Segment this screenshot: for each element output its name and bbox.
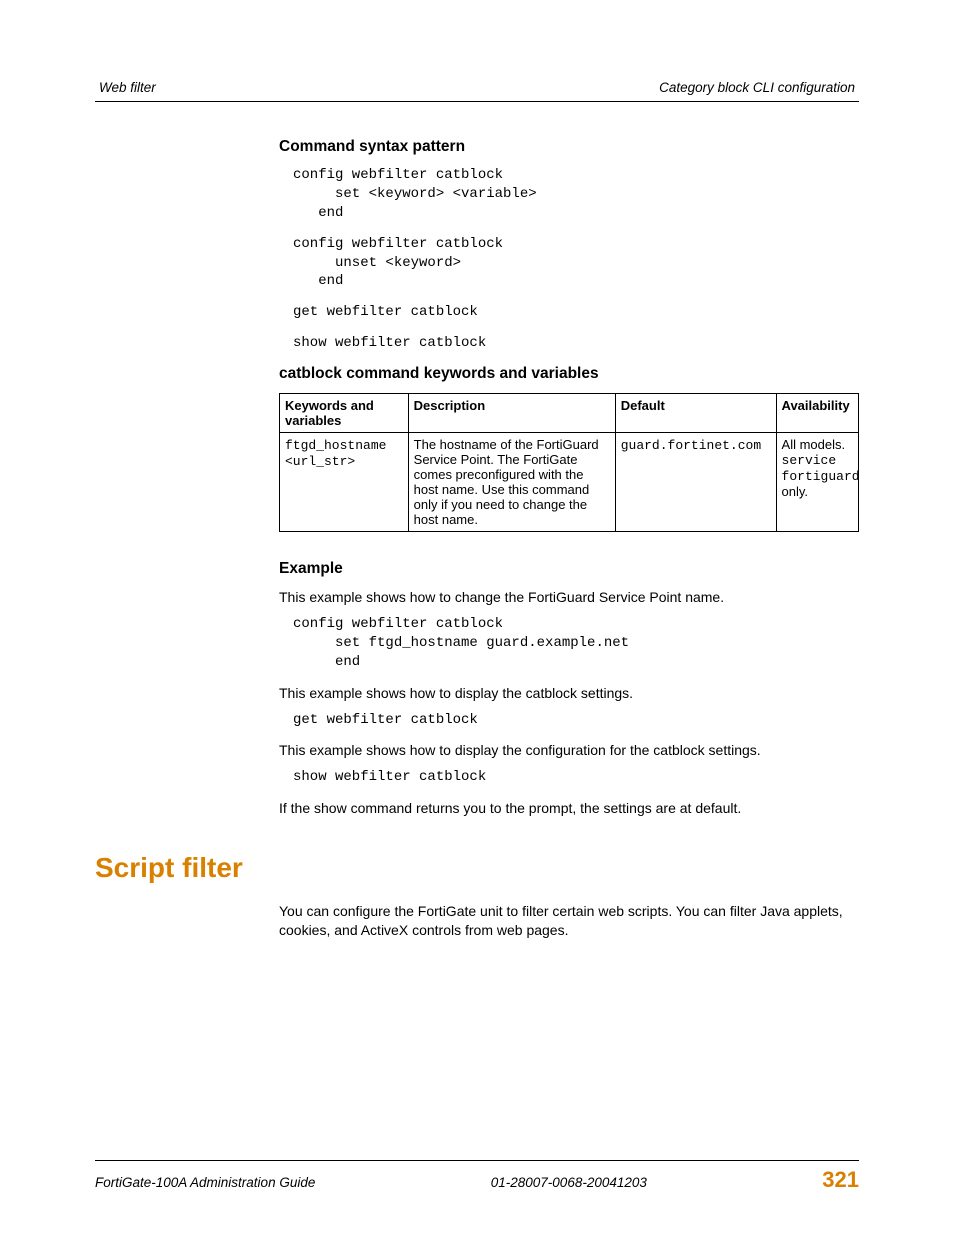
code-syntax-set: config webfilter catblock set <keyword> … [293, 166, 859, 223]
cell-keyword: ftgd_hostname <url_str> [280, 433, 409, 532]
heading-table-caption: catblock command keywords and variables [279, 365, 859, 383]
keywords-table: Keywords and variables Description Defau… [279, 393, 859, 532]
table-header-row: Keywords and variables Description Defau… [280, 394, 859, 433]
table-row: ftgd_hostname <url_str> The hostname of … [280, 433, 859, 532]
code-example-2: get webfilter catblock [293, 711, 859, 730]
example-intro-2: This example shows how to display the ca… [279, 684, 859, 703]
page-number: 321 [822, 1167, 859, 1193]
code-example-3: show webfilter catblock [293, 768, 859, 787]
script-filter-body: You can configure the FortiGate unit to … [279, 902, 859, 940]
keyword-name: ftgd_hostname [285, 438, 386, 453]
code-syntax-get: get webfilter catblock [293, 303, 859, 322]
heading-command-syntax: Command syntax pattern [279, 138, 859, 156]
footer-left: FortiGate-100A Administration Guide [95, 1175, 315, 1190]
code-example-1: config webfilter catblock set ftgd_hostn… [293, 615, 859, 672]
page-header: Web filter Category block CLI configurat… [95, 80, 859, 101]
cell-default: guard.fortinet.com [615, 433, 776, 532]
code-syntax-show: show webfilter catblock [293, 334, 859, 353]
header-left: Web filter [99, 80, 156, 95]
footer-center: 01-28007-0068-20041203 [491, 1175, 647, 1190]
main-content: Command syntax pattern config webfilter … [95, 138, 859, 818]
th-availability: Availability [776, 394, 858, 433]
avail-line1: All models. [782, 437, 846, 452]
header-rule [95, 101, 859, 102]
cell-description: The hostname of the FortiGuard Service P… [408, 433, 615, 532]
page-footer: FortiGate-100A Administration Guide 01-2… [95, 1160, 859, 1193]
script-filter-content: You can configure the FortiGate unit to … [95, 902, 859, 940]
example-intro-1: This example shows how to change the For… [279, 588, 859, 607]
example-intro-3: This example shows how to display the co… [279, 741, 859, 760]
heading-script-filter: Script filter [95, 852, 859, 884]
keyword-arg: <url_str> [285, 454, 355, 469]
example-note: If the show command returns you to the p… [279, 799, 859, 818]
cell-availability: All models. service fortiguard only. [776, 433, 858, 532]
default-value: guard.fortinet.com [621, 438, 761, 453]
avail-suffix: only. [782, 484, 809, 499]
header-right: Category block CLI configuration [659, 80, 855, 95]
th-default: Default [615, 394, 776, 433]
code-syntax-unset: config webfilter catblock unset <keyword… [293, 235, 859, 292]
th-keywords: Keywords and variables [280, 394, 409, 433]
th-description: Description [408, 394, 615, 433]
heading-example: Example [279, 560, 859, 578]
avail-code: service fortiguard [782, 453, 860, 484]
